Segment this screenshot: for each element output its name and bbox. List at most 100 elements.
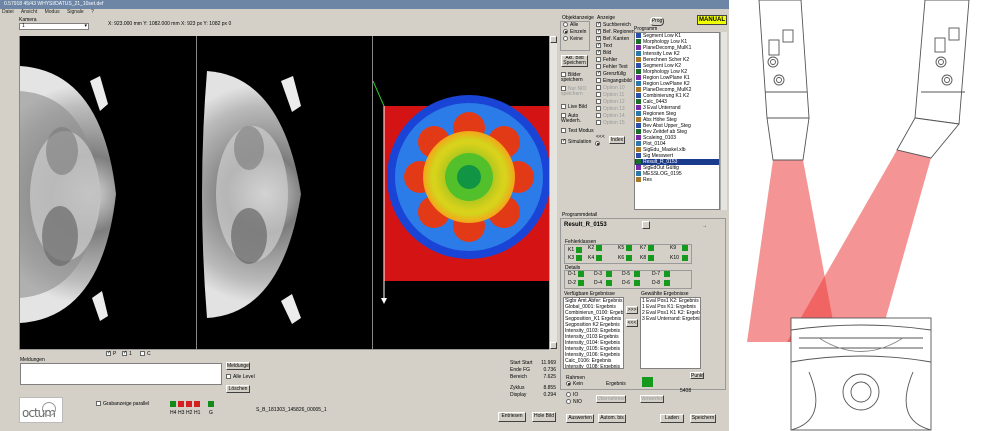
fehler-label: K9 [670, 245, 677, 251]
menu-view[interactable]: Ansicht [21, 9, 37, 15]
logo-ring-icon [42, 402, 56, 416]
reject-button[interactable]: Verwerfen [640, 395, 664, 403]
sensor-beams-illustration [747, 0, 970, 431]
display-item[interactable]: Bild [596, 49, 634, 57]
display-item[interactable]: Fehler [596, 57, 634, 64]
display-item[interactable]: Option 13 [596, 106, 634, 113]
save-reference-button[interactable]: Akt. Bild Speichern [561, 55, 588, 67]
value-readout: 5408 [680, 388, 692, 394]
live-image-checkbox[interactable]: Live Bild [561, 104, 587, 111]
camera-view-2[interactable] [196, 36, 372, 349]
divider [19, 349, 549, 351]
frame-radio-nio[interactable]: NIO [566, 399, 583, 406]
display-item[interactable]: Eingangsbild [596, 78, 634, 85]
program-list-scrollbar[interactable] [720, 32, 727, 210]
menu-bar: Datei Ansicht Modus Signale ? [0, 9, 729, 16]
program-edit-button[interactable] [642, 221, 650, 229]
stat-row: Display 0.294 [510, 392, 556, 398]
grabber-parallel-checkbox[interactable]: Grabanzeige parallel [96, 401, 149, 408]
heatmap-view[interactable] [372, 36, 549, 349]
evaluate-button[interactable]: Auswerten [566, 414, 594, 423]
available-results-list[interactable]: Sigbr Amt.Abfer: Ergebnis Global_0001: Er… [563, 297, 624, 369]
view-mode-single[interactable]: Einzeln [563, 29, 589, 36]
view-mode-none[interactable]: Keine [563, 36, 589, 43]
eject-button[interactable]: Entriesen [498, 412, 526, 422]
save-images-checkbox[interactable]: Bilder speichern [561, 72, 591, 82]
chevron-down-icon: ▾ [84, 23, 87, 29]
program-list[interactable]: Segment Low K1 Morphology Low K1 PlaneDeco… [634, 32, 720, 210]
checkbox-icon [106, 350, 111, 357]
stat-row: Zyklus 8.855 [510, 385, 556, 391]
checkbox-icon [561, 138, 566, 145]
accept-button[interactable]: Übernehmen [596, 395, 626, 403]
prog-button[interactable]: Prog [650, 17, 664, 26]
fehler-label: K1 [568, 247, 575, 253]
auto-until-button[interactable]: Autom. bis [598, 414, 626, 423]
load-button[interactable]: Laden [660, 414, 684, 423]
grab-image-button[interactable]: Hole Bild [532, 412, 556, 422]
view-mode-all[interactable]: Alle [563, 22, 589, 29]
indicator-h3 [178, 401, 184, 407]
index-button[interactable]: Index [609, 136, 625, 144]
checkbox-icon [561, 86, 566, 91]
add-result-button[interactable]: >>> [626, 306, 638, 314]
menu-signals[interactable]: Signale [67, 9, 84, 15]
test-mode-checkbox[interactable]: Test Modus [561, 128, 594, 135]
camera-select-value: 1 [22, 23, 25, 29]
radio-icon [595, 141, 600, 146]
message-flag-c[interactable]: C [140, 351, 151, 358]
camera-select[interactable]: 1 ▾ [19, 23, 89, 30]
status-indicator [576, 255, 582, 261]
menu-mode[interactable]: Modus [45, 9, 60, 15]
auto-repeat-checkbox[interactable]: Auto Wiederh. [561, 113, 591, 123]
save-nio-checkbox[interactable]: Nur NIO speichern [561, 86, 591, 96]
scroll-up-icon[interactable] [550, 36, 557, 43]
display-item[interactable]: Bef. Regionen [596, 28, 635, 36]
selected-result-item[interactable]: 3 Eval Unterrand: Ergebnis [641, 316, 700, 322]
program-step-icon [636, 75, 641, 81]
display-item[interactable]: Option 14 [596, 113, 634, 120]
sensor-right-icon [896, 0, 970, 159]
program-step-icon [636, 117, 641, 123]
clear-messages-button[interactable]: Löschen [226, 385, 250, 393]
messages-box[interactable] [20, 363, 222, 385]
message-flag-p[interactable]: P [106, 350, 116, 358]
display-item[interactable]: Grenzfüllg [596, 70, 634, 78]
message-flag-1[interactable]: 1 [122, 350, 132, 358]
status-indicator [578, 280, 584, 286]
simulation-checkbox[interactable]: Simulation [561, 138, 591, 146]
available-result-item[interactable]: Intensity_0108: Ergebnis [564, 364, 623, 368]
index-radio[interactable] [595, 141, 602, 147]
punkt-button[interactable]: Punkt [690, 372, 704, 379]
detail-label: D-6 [622, 280, 631, 286]
scroll-down-icon[interactable] [550, 342, 557, 349]
piston-image-1 [20, 66, 116, 323]
frame-radio-io[interactable]: IO [566, 392, 583, 399]
selected-results-list[interactable]: 1 Eval Pos1 K2: Ergebnis 1 Eval Pos K1: E… [640, 297, 701, 369]
remove-result-button[interactable]: <<< [626, 319, 638, 327]
status-indicator [682, 245, 688, 251]
display-item[interactable]: Suchbereich [596, 21, 634, 29]
display-item[interactable]: Option 15 [596, 120, 634, 127]
display-item[interactable]: Text [596, 42, 634, 50]
radio-icon [566, 392, 571, 398]
fehler-label: K3 [568, 255, 575, 261]
status-indicator [648, 245, 654, 251]
menu-help[interactable]: ? [91, 9, 94, 15]
display-item[interactable]: Fehler Text [596, 64, 634, 71]
display-item[interactable]: Option 11 [596, 92, 634, 99]
view-mode-group: Alle Einzeln Keine [560, 21, 590, 51]
display-item[interactable]: Option 12 [596, 99, 634, 106]
messages-button[interactable]: Meldungen [226, 362, 250, 370]
indicator-g [208, 401, 214, 407]
display-item[interactable]: Bef. Kanten [596, 35, 634, 43]
frame-radio-kein[interactable]: Kein [566, 381, 583, 388]
all-levels-checkbox[interactable]: Alle Level [226, 374, 255, 381]
menu-file[interactable]: Datei [2, 9, 14, 15]
save-button[interactable]: Speichern [690, 414, 716, 423]
view-scrollbar[interactable] [549, 36, 557, 349]
display-item[interactable]: Option 10 [596, 85, 634, 92]
program-item[interactable]: Res [635, 177, 719, 183]
status-indicator [626, 245, 632, 251]
camera-view-1[interactable] [19, 36, 196, 349]
